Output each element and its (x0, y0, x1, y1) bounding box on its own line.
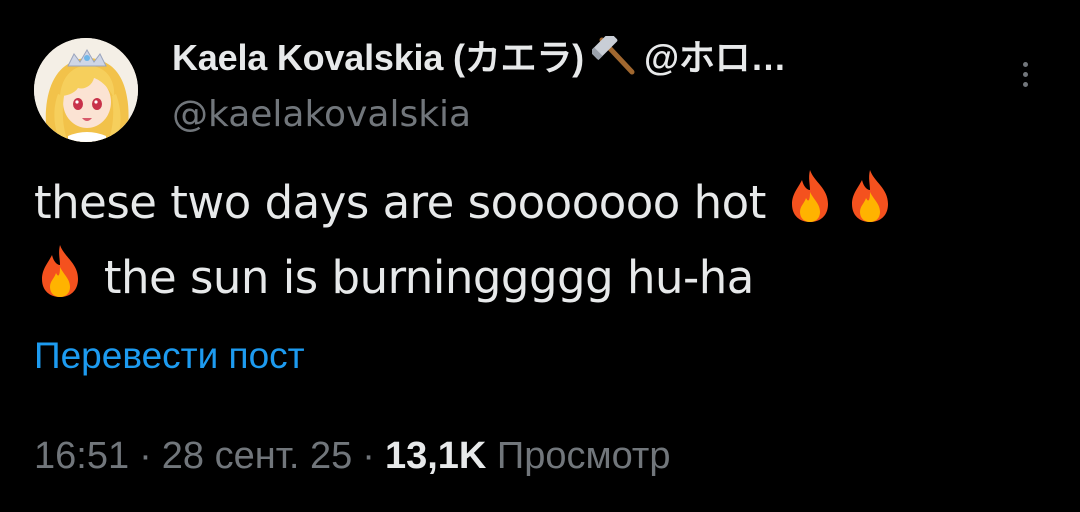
views-count[interactable]: 13,1K (385, 435, 486, 477)
tweet-text-line1: these two days are sooooooo hot (34, 176, 766, 229)
tweet-text: these two days are sooooooo hot the sun … (34, 168, 1044, 318)
views-label[interactable]: Просмотр (497, 435, 671, 477)
fire-icon (784, 168, 836, 243)
meta-separator: · (362, 435, 375, 477)
fire-icon (34, 243, 86, 318)
translate-post-link[interactable]: Перевести пост (34, 334, 305, 378)
hammer-icon (589, 32, 638, 86)
meta-separator: · (139, 435, 152, 477)
tweet-meta: 16:51 · 28 сент. 25 · 13,1K Просмотр (34, 432, 670, 480)
author-handle[interactable]: @kaelakovalskia (172, 93, 471, 137)
tweet-date[interactable]: 28 сент. 25 (162, 435, 353, 477)
fire-icon (844, 168, 896, 243)
author-avatar[interactable] (34, 38, 138, 142)
tweet-text-line2: the sun is burninggggg hu-ha (103, 251, 755, 304)
avatar-image (34, 38, 138, 142)
author-display-name[interactable]: Kaela Kovalskia (カエラ) @ホロ… (172, 32, 787, 86)
display-name-suffix: @ホロ… (643, 37, 787, 78)
tweet-time[interactable]: 16:51 (34, 435, 129, 477)
more-options-icon[interactable] (1012, 54, 1040, 94)
display-name-text: Kaela Kovalskia (カエラ) (172, 37, 584, 78)
